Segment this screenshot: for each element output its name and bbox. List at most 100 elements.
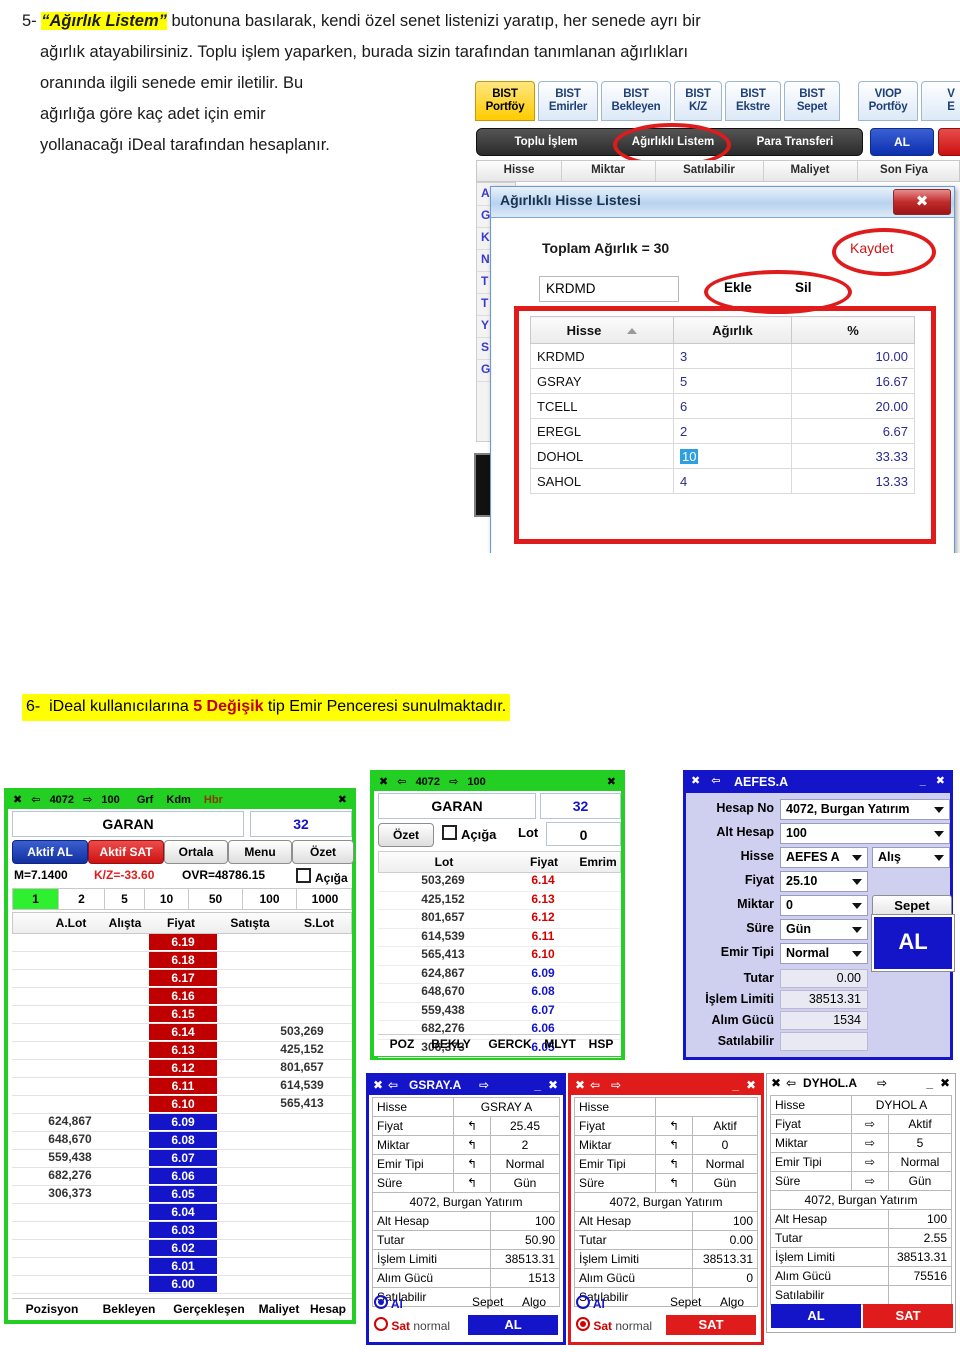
step-2[interactable]: 2: [59, 889, 105, 909]
depth-row[interactable]: 6.04: [12, 1204, 352, 1222]
depth-row[interactable]: 6.16: [12, 988, 352, 1006]
ladder-row[interactable]: 559,438 6.07: [378, 1003, 621, 1021]
tab-bist-ekstre[interactable]: BIST Ekstre: [725, 81, 781, 121]
ladder-row[interactable]: 624,867 6.09: [378, 966, 621, 984]
sat-button[interactable]: SAT: [666, 1315, 756, 1335]
depth-row[interactable]: 306,373 6.05: [12, 1186, 352, 1204]
ozet-button[interactable]: Özet: [378, 823, 434, 847]
back-arrow-icon[interactable]: ⇦: [31, 794, 40, 806]
menu-button[interactable]: Menu: [228, 840, 292, 864]
miktar-step-icon[interactable]: ↰: [655, 1135, 693, 1155]
depth-row[interactable]: 648,670 6.08: [12, 1132, 352, 1150]
window-close-icon[interactable]: ✖: [936, 775, 945, 787]
sepet-button[interactable]: Sepet: [670, 1295, 701, 1309]
miktar-value[interactable]: 5: [888, 1133, 952, 1153]
depth-row[interactable]: 6.03: [12, 1222, 352, 1240]
depth-price[interactable]: 6.09: [149, 1114, 217, 1130]
kdm-link[interactable]: Kdm: [166, 794, 190, 806]
depth-row[interactable]: 6.18: [12, 952, 352, 970]
alt-hesap-select[interactable]: 100: [780, 823, 950, 844]
back-arrow-icon[interactable]: ⇦: [397, 776, 406, 788]
emir-tipi-step-icon[interactable]: ↰: [655, 1154, 693, 1174]
step-1[interactable]: 1: [13, 889, 59, 909]
quantity-field[interactable]: 32: [540, 793, 621, 819]
close-icon[interactable]: ✖: [373, 1078, 383, 1092]
depth-price[interactable]: 6.07: [149, 1150, 217, 1166]
depth-price[interactable]: 6.01: [149, 1258, 217, 1274]
depth-row[interactable]: 6.13 425,152: [12, 1042, 352, 1060]
depth-price[interactable]: 6.18: [149, 952, 217, 968]
emir-tipi-step-icon[interactable]: ⇨: [851, 1152, 889, 1172]
depth-price[interactable]: 6.05: [149, 1186, 217, 1202]
emir-tipi-step-icon[interactable]: ↰: [453, 1154, 491, 1174]
quantity-field[interactable]: 32: [250, 811, 352, 837]
footer-mlyt[interactable]: MLYT: [536, 1037, 584, 1051]
miktar-step-icon[interactable]: ⇨: [851, 1133, 889, 1153]
row-price[interactable]: 6.10: [508, 947, 578, 961]
ladder-row[interactable]: 614,539 6.11: [378, 929, 621, 947]
row-price[interactable]: 6.12: [508, 910, 578, 924]
depth-row[interactable]: 6.14 503,269: [12, 1024, 352, 1042]
depth-row[interactable]: 624,867 6.09: [12, 1114, 352, 1132]
depth-price[interactable]: 6.08: [149, 1132, 217, 1148]
close-icon[interactable]: ✖: [771, 1076, 781, 1090]
footer-hsp[interactable]: HSP: [580, 1037, 622, 1051]
depth-price[interactable]: 6.04: [149, 1204, 217, 1220]
window-close-icon[interactable]: ✖: [338, 793, 347, 806]
minimize-icon[interactable]: _: [534, 1078, 541, 1092]
depth-price[interactable]: 6.13: [149, 1042, 217, 1058]
depth-row[interactable]: 6.17: [12, 970, 352, 988]
step-1000[interactable]: 1000: [297, 889, 353, 909]
tab-viop-portfoy[interactable]: VIOP Portföy: [858, 81, 918, 121]
sure-step-icon[interactable]: ⇨: [851, 1171, 889, 1191]
depth-price[interactable]: 6.11: [149, 1078, 217, 1094]
close-icon[interactable]: ✖: [575, 1078, 585, 1092]
al-button[interactable]: AL: [871, 914, 955, 972]
minimize-icon[interactable]: _: [732, 1078, 739, 1092]
al-radio[interactable]: Al: [576, 1295, 605, 1311]
forward-arrow-icon[interactable]: ⇨: [449, 776, 458, 788]
close-icon[interactable]: ✖: [691, 775, 700, 787]
fiyat-value[interactable]: Aktif: [692, 1116, 758, 1136]
algo-button[interactable]: Algo: [522, 1295, 546, 1309]
step-100[interactable]: 100: [243, 889, 297, 909]
side-select[interactable]: Alış: [872, 847, 950, 868]
step-5[interactable]: 5: [105, 889, 145, 909]
footer-hesap[interactable]: Hesap: [300, 1302, 356, 1316]
algo-button[interactable]: Algo: [720, 1295, 744, 1309]
back-arrow-icon[interactable]: ⇦: [590, 1078, 600, 1092]
tab-bist-kz[interactable]: BIST K/Z: [674, 81, 722, 121]
depth-price[interactable]: 6.06: [149, 1168, 217, 1184]
step-50[interactable]: 50: [189, 889, 243, 909]
forward-arrow-icon[interactable]: ⇨: [611, 1078, 621, 1092]
lot-field[interactable]: 0: [546, 822, 621, 846]
depth-row[interactable]: 6.11 614,539: [12, 1078, 352, 1096]
back-arrow-icon[interactable]: ⇦: [711, 775, 720, 787]
depth-price[interactable]: 6.02: [149, 1240, 217, 1256]
depth-price[interactable]: 6.00: [149, 1276, 217, 1292]
footer-gerceklesen[interactable]: Gerçekleşen: [164, 1302, 254, 1316]
hesap-no-select[interactable]: 4072, Burgan Yatırım: [780, 799, 950, 820]
ladder-row[interactable]: 425,152 6.13: [378, 892, 621, 910]
depth-row[interactable]: 559,438 6.07: [12, 1150, 352, 1168]
al-button[interactable]: AL: [870, 128, 934, 156]
sat-button[interactable]: SAT: [863, 1304, 953, 1328]
hisse-value[interactable]: [655, 1097, 758, 1117]
symbol-field[interactable]: GARAN: [12, 811, 244, 837]
minimize-icon[interactable]: _: [920, 775, 926, 787]
sure-value[interactable]: Gün: [490, 1173, 560, 1193]
close-icon[interactable]: ✖: [379, 776, 388, 788]
back-arrow-icon[interactable]: ⇦: [388, 1078, 398, 1092]
window-close-icon[interactable]: ✖: [548, 1078, 558, 1092]
fiyat-step-icon[interactable]: ↰: [453, 1116, 491, 1136]
fiyat-step-icon[interactable]: ⇨: [851, 1114, 889, 1134]
symbol-input[interactable]: KRDMD: [539, 276, 679, 302]
al-button[interactable]: AL: [771, 1304, 861, 1328]
row-price[interactable]: 6.07: [508, 1003, 578, 1017]
miktar-step-icon[interactable]: ↰: [453, 1135, 491, 1155]
row-price[interactable]: 6.13: [508, 892, 578, 906]
footer-bekly[interactable]: BEKLY: [422, 1037, 480, 1051]
tab-bist-portfoy[interactable]: BIST Portföy: [475, 81, 535, 121]
ozet-button[interactable]: Özet: [292, 840, 354, 864]
depth-price[interactable]: 6.12: [149, 1060, 217, 1076]
